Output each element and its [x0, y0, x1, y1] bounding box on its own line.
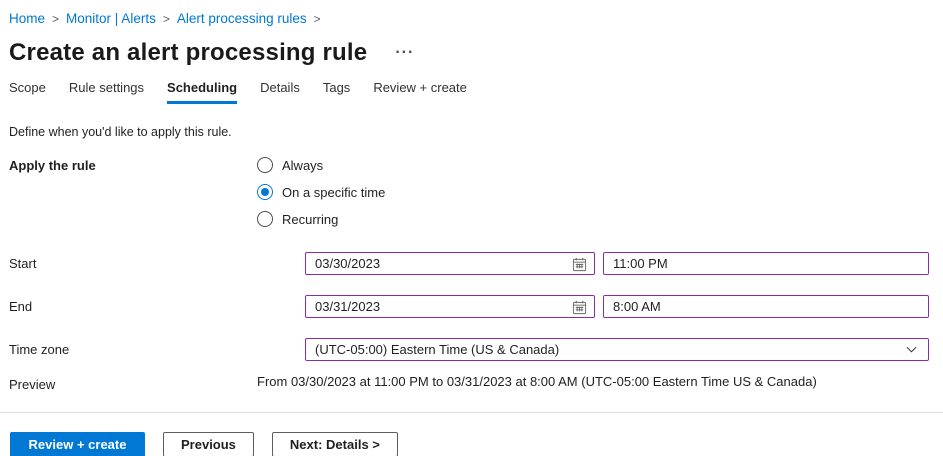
- radio-icon: [257, 211, 273, 227]
- create-alert-processing-rule-page: Home > Monitor | Alerts > Alert processing r…: [0, 0, 943, 456]
- time-zone-value: (UTC-05:00) Eastern Time (US & Canada): [315, 342, 559, 357]
- tab-rule-settings[interactable]: Rule settings: [69, 80, 144, 104]
- scheduling-description: Define when you'd like to apply this rul…: [9, 125, 930, 139]
- start-date-input[interactable]: 03/30/2023: [305, 252, 595, 275]
- tab-details[interactable]: Details: [260, 80, 300, 104]
- preview-value: From 03/30/2023 at 11:00 PM to 03/31/202…: [257, 374, 817, 389]
- radio-option-always[interactable]: Always: [257, 157, 385, 173]
- end-date-value: 03/31/2023: [315, 299, 380, 314]
- footer-actions: Review + create Previous Next: Details >: [9, 432, 930, 456]
- radio-option-label: On a specific time: [282, 185, 385, 200]
- radio-option-recurring[interactable]: Recurring: [257, 211, 385, 227]
- radio-option-label: Always: [282, 158, 323, 173]
- preview-row: Preview From 03/30/2023 at 11:00 PM to 0…: [9, 374, 930, 392]
- radio-icon: [257, 157, 273, 173]
- time-zone-select[interactable]: (UTC-05:00) Eastern Time (US & Canada): [305, 338, 929, 361]
- radio-icon: [257, 184, 273, 200]
- breadcrumb-separator: >: [52, 12, 59, 26]
- time-zone-row: Time zone (UTC-05:00) Eastern Time (US &…: [9, 338, 930, 361]
- start-row: Start 03/30/2023: [9, 252, 930, 275]
- footer-divider: [0, 412, 943, 413]
- end-label: End: [9, 299, 305, 314]
- radio-option-label: Recurring: [282, 212, 338, 227]
- calendar-icon[interactable]: [572, 300, 587, 315]
- breadcrumb-alert-processing-rules[interactable]: Alert processing rules: [177, 11, 307, 26]
- tab-tags[interactable]: Tags: [323, 80, 350, 104]
- breadcrumb-separator: >: [314, 12, 321, 26]
- breadcrumb-home[interactable]: Home: [9, 11, 45, 26]
- breadcrumb: Home > Monitor | Alerts > Alert processing r…: [9, 10, 930, 28]
- end-time-input[interactable]: 8:00 AM: [603, 295, 929, 318]
- start-label: Start: [9, 256, 305, 271]
- radio-option-on-a-specific-time[interactable]: On a specific time: [257, 184, 385, 200]
- page-header: Create an alert processing rule ···: [9, 39, 930, 67]
- start-time-value: 11:00 PM: [613, 256, 668, 271]
- breadcrumb-separator: >: [163, 12, 170, 26]
- start-time-input[interactable]: 11:00 PM: [603, 252, 929, 275]
- apply-the-rule-radio-group: Always On a specific time Recurring: [257, 157, 385, 227]
- breadcrumb-monitor-alerts[interactable]: Monitor | Alerts: [66, 11, 156, 26]
- previous-button[interactable]: Previous: [163, 432, 254, 456]
- chevron-down-icon: [905, 343, 918, 356]
- tab-scheduling[interactable]: Scheduling: [167, 80, 237, 104]
- tab-scope[interactable]: Scope: [9, 80, 46, 104]
- preview-label: Preview: [9, 374, 257, 392]
- tab-review-create[interactable]: Review + create: [373, 80, 467, 104]
- start-date-value: 03/30/2023: [315, 256, 380, 271]
- apply-the-rule-row: Apply the rule Always On a specific time…: [9, 157, 930, 227]
- end-time-value: 8:00 AM: [613, 299, 661, 314]
- review-create-button[interactable]: Review + create: [10, 432, 145, 456]
- tab-bar: Scope Rule settings Scheduling Details T…: [9, 80, 930, 104]
- page-title: Create an alert processing rule: [9, 39, 367, 67]
- apply-the-rule-label: Apply the rule: [9, 157, 257, 173]
- next-details-button[interactable]: Next: Details >: [272, 432, 398, 456]
- calendar-icon[interactable]: [572, 257, 587, 272]
- time-zone-label: Time zone: [9, 342, 305, 357]
- end-date-input[interactable]: 03/31/2023: [305, 295, 595, 318]
- end-row: End 03/31/2023: [9, 295, 930, 318]
- more-menu-button[interactable]: ···: [393, 44, 416, 62]
